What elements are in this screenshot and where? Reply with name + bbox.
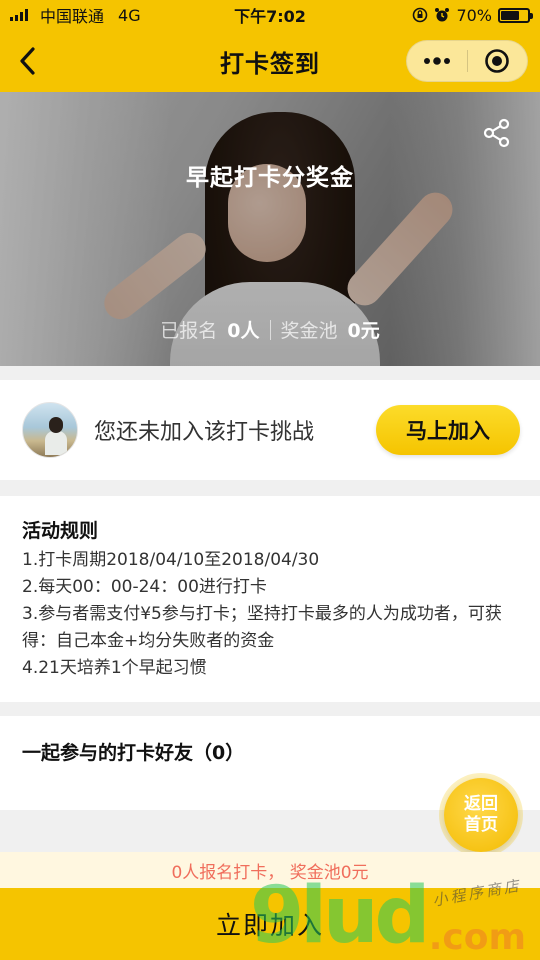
more-button[interactable] xyxy=(407,41,467,81)
home-button-line1: 返回 xyxy=(464,794,498,814)
share-button[interactable] xyxy=(482,118,512,148)
avatar xyxy=(22,402,78,458)
stats-divider xyxy=(269,319,271,340)
rule-line: 2.每天00：00-24：00进行打卡 xyxy=(22,577,267,597)
status-bar: 中国联通 4G 下午7:02 70% xyxy=(0,0,540,30)
join-immediately-button[interactable]: 立即加入 xyxy=(0,888,540,960)
close-miniprogram-button[interactable] xyxy=(468,41,528,81)
battery-icon xyxy=(498,7,533,23)
registered-label: 已报名 xyxy=(160,320,218,342)
network-type: 4G xyxy=(118,5,141,25)
battery-fill xyxy=(501,10,520,20)
chevron-left-icon xyxy=(20,47,35,75)
target-circle-icon xyxy=(485,49,510,73)
prize-pool-amount: 0元 xyxy=(347,320,380,342)
registered-count: 0人 xyxy=(227,320,260,342)
rule-line: 3.参与者需支付¥5参与打卡；坚持打卡最多的人为成功者，可获 xyxy=(22,604,502,624)
nav-bar: 打卡签到 xyxy=(0,30,540,92)
miniprogram-capsule xyxy=(406,40,528,82)
challenge-banner: 早起打卡分奖金 已报名 0人 奖金池 0元 xyxy=(0,92,540,366)
status-right: 70% xyxy=(350,5,533,25)
avatar-figure-head xyxy=(49,417,63,433)
join-card: 您还未加入该打卡挑战 马上加入 xyxy=(0,380,540,480)
rules-title: 活动规则 xyxy=(22,520,99,542)
signup-summary: 0人报名打卡， 奖金池0元 xyxy=(0,852,540,888)
home-button-line2: 首页 xyxy=(464,815,498,835)
back-button[interactable] xyxy=(10,43,46,79)
banner-stats: 已报名 0人 奖金池 0元 xyxy=(0,316,540,343)
orientation-lock-icon xyxy=(413,7,428,23)
join-status-text: 您还未加入该打卡挑战 xyxy=(94,420,315,445)
back-to-home-button[interactable]: 返回 首页 xyxy=(444,778,518,852)
more-dots-icon xyxy=(423,57,450,65)
avatar-figure-body xyxy=(45,431,67,455)
page-title: 打卡签到 xyxy=(220,49,320,78)
banner-title: 早起打卡分奖金 xyxy=(186,165,354,191)
battery-percent: 70% xyxy=(456,5,492,25)
status-time: 下午7:02 xyxy=(234,7,306,26)
rule-line: 得：自己本金+均分失败者的资金 xyxy=(22,631,275,651)
share-icon xyxy=(483,118,510,148)
status-left: 中国联通 4G xyxy=(10,3,190,27)
alarm-icon xyxy=(435,8,450,22)
rule-line: 1.打卡周期2018/04/10至2018/04/30 xyxy=(22,550,320,570)
join-now-button[interactable]: 马上加入 xyxy=(376,405,520,455)
signal-icon xyxy=(10,9,28,21)
prize-pool-label: 奖金池 xyxy=(280,320,338,342)
rule-line: 4.21天培养1个早起习惯 xyxy=(22,658,207,678)
activity-rules: 活动规则 1.打卡周期2018/04/10至2018/04/30 2.每天00：… xyxy=(0,496,540,702)
join-immediately-label: 立即加入 xyxy=(215,911,324,940)
carrier-name: 中国联通 xyxy=(40,7,105,26)
friends-title: 一起参与的打卡好友（0） xyxy=(22,742,245,764)
